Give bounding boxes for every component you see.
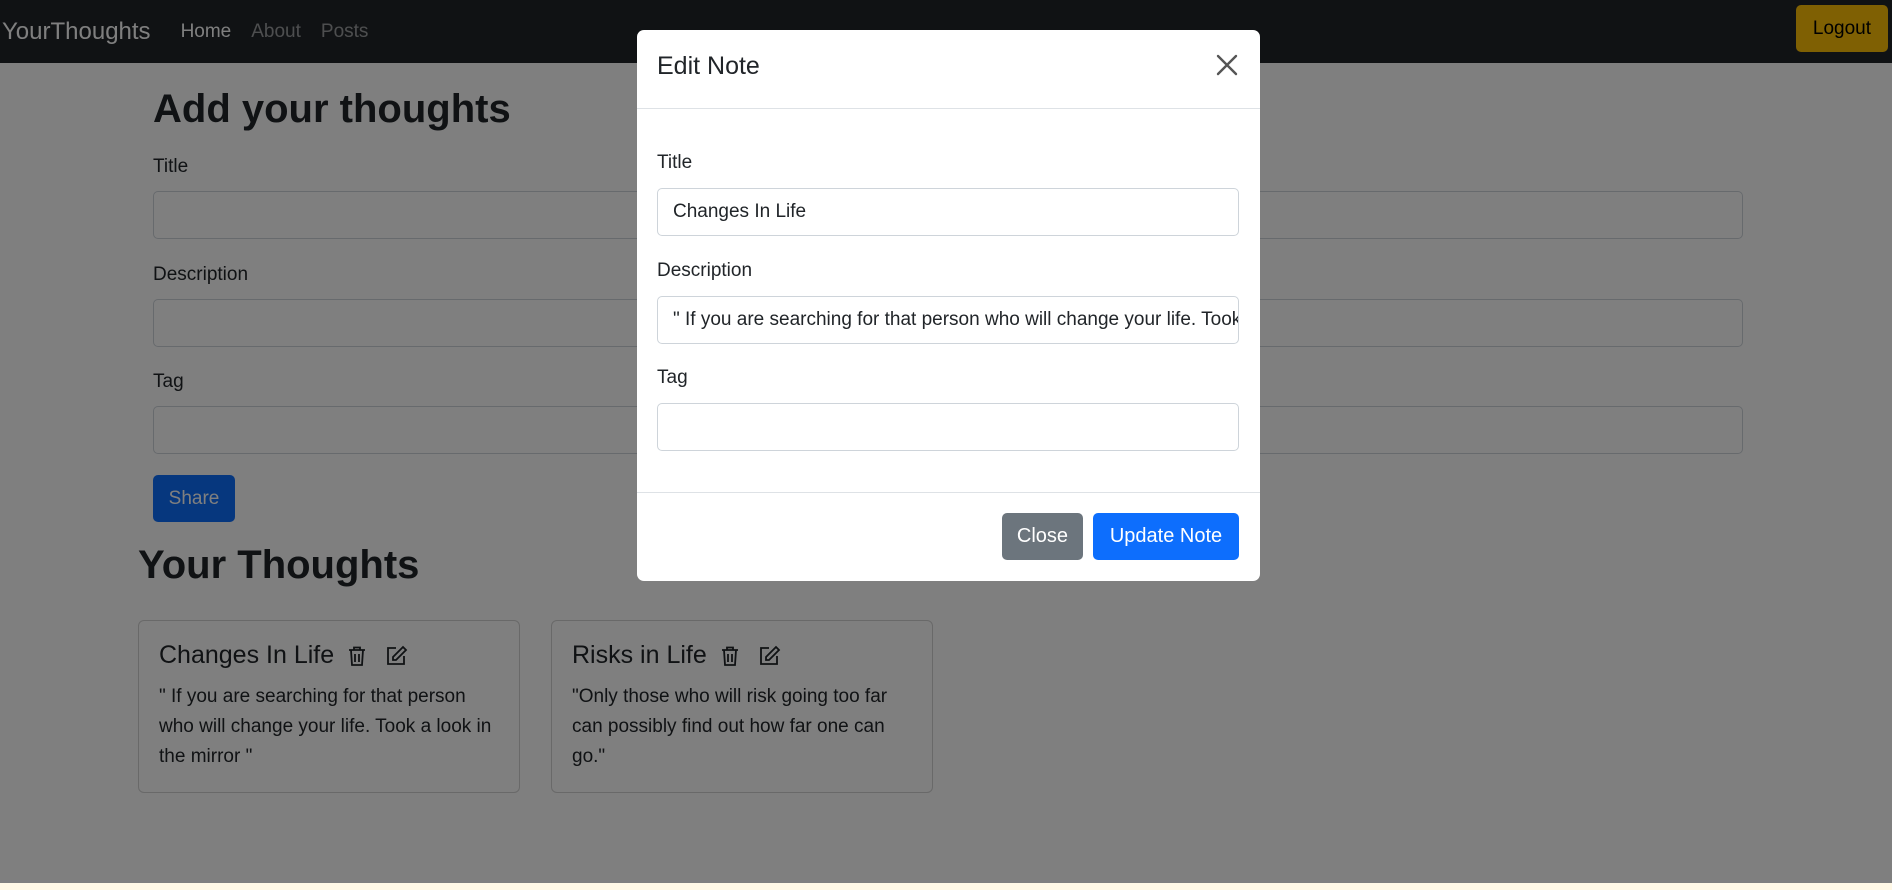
edit-note-modal: Edit Note Title Changes In Life Descript… [637, 30, 1260, 581]
modal-description-label: Description [657, 260, 753, 281]
modal-title-label: Title [657, 152, 693, 173]
modal-tag-input[interactable] [657, 403, 1239, 451]
footer-strip [0, 883, 1892, 890]
modal-header: Edit Note [637, 30, 1260, 109]
close-button[interactable]: Close [1002, 513, 1083, 560]
update-note-button[interactable]: Update Note [1093, 513, 1239, 560]
modal-title: Edit Note [657, 52, 760, 80]
modal-tag-label: Tag [657, 367, 688, 388]
modal-description-input[interactable]: " If you are searching for that person w… [657, 296, 1239, 344]
modal-title-input[interactable]: Changes In Life [657, 188, 1239, 236]
modal-footer: Close Update Note [637, 492, 1260, 581]
close-icon[interactable] [1212, 50, 1242, 80]
